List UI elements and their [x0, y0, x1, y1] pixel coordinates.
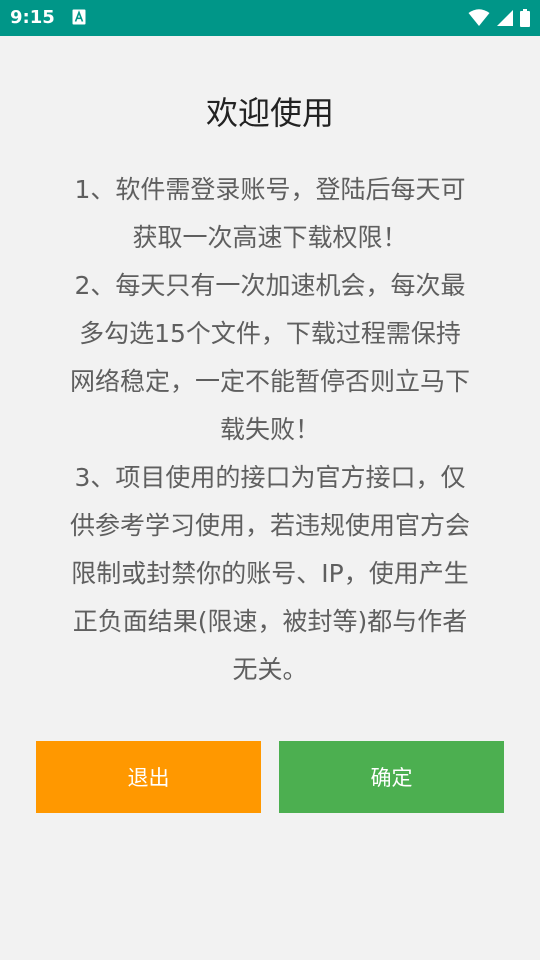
- welcome-dialog: 欢迎使用 1、软件需登录账号，登陆后每天可 获取一次高速下载权限！ 2、每天只有…: [0, 36, 540, 960]
- exit-button[interactable]: 退出: [36, 741, 261, 813]
- system-icons: [468, 8, 530, 28]
- signal-icon: [497, 10, 513, 26]
- confirm-button[interactable]: 确定: [279, 741, 504, 813]
- dialog-message: 1、软件需登录账号，登陆后每天可 获取一次高速下载权限！ 2、每天只有一次加速机…: [69, 175, 470, 684]
- battery-icon: [520, 9, 530, 27]
- status-time: 9:15: [10, 7, 55, 28]
- notification-a-icon: [72, 9, 86, 25]
- dialog-title: 欢迎使用: [205, 94, 334, 132]
- wifi-icon: [468, 9, 490, 26]
- status-bar: 9:15: [0, 0, 540, 36]
